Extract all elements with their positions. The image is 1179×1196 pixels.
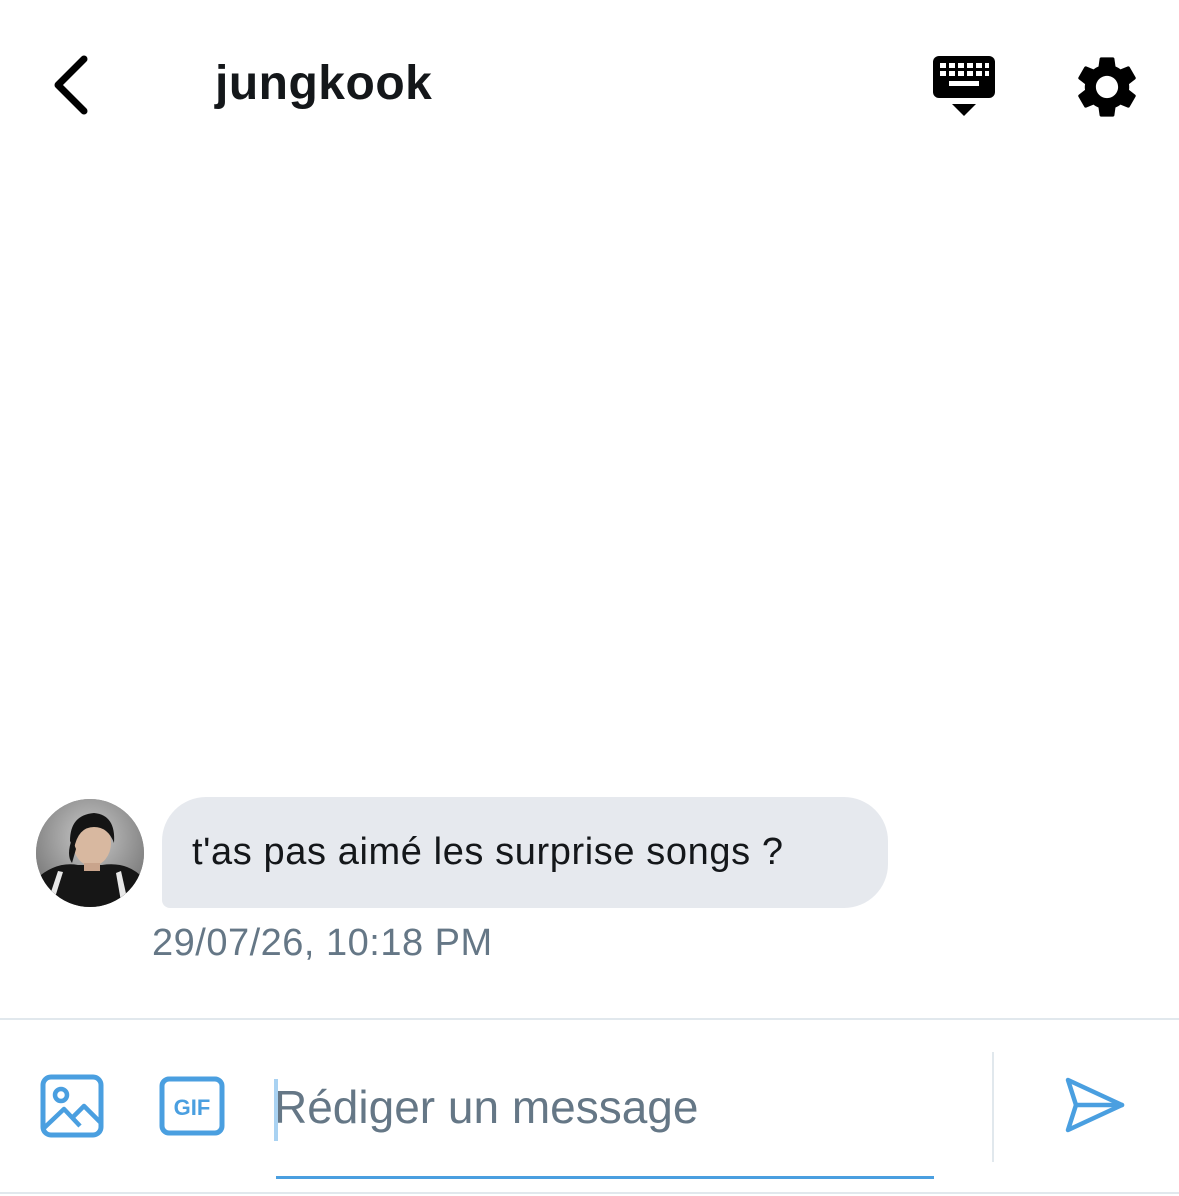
- text-caret: [274, 1079, 278, 1141]
- composer-separator: [992, 1052, 994, 1162]
- conversation-title[interactable]: jungkook: [215, 56, 432, 111]
- keyboard-hide-icon: [933, 56, 995, 116]
- add-media-button[interactable]: [40, 1074, 104, 1138]
- message-timestamp: 29/07/26, 10:18 PM: [152, 922, 493, 964]
- input-underline: [276, 1176, 934, 1179]
- message-composer: [274, 1060, 934, 1180]
- gear-icon: [1078, 57, 1136, 117]
- send-icon: [1065, 1077, 1125, 1133]
- message-input[interactable]: [274, 1072, 930, 1142]
- avatar[interactable]: [36, 799, 144, 907]
- chevron-left-icon: [54, 55, 88, 115]
- send-button[interactable]: [1062, 1072, 1128, 1138]
- gif-button[interactable]: GIF: [159, 1076, 225, 1136]
- composer-divider: [0, 1018, 1179, 1020]
- conversation-header: jungkook: [0, 0, 1179, 170]
- gif-icon: GIF: [159, 1076, 225, 1136]
- message-text: t'as pas aimé les surprise songs ?: [192, 831, 784, 873]
- back-button[interactable]: [30, 45, 110, 125]
- dm-conversation-screen: jungkook t'as pas aimé les surprise song…: [0, 0, 1179, 1196]
- avatar-photo: [36, 799, 144, 907]
- image-icon: [40, 1074, 104, 1138]
- message-bubble[interactable]: t'as pas aimé les surprise songs ?: [162, 797, 888, 908]
- keyboard-toggle-button[interactable]: [925, 50, 1003, 122]
- gif-label: GIF: [174, 1095, 211, 1120]
- settings-button[interactable]: [1070, 50, 1144, 124]
- bottom-divider: [0, 1192, 1179, 1194]
